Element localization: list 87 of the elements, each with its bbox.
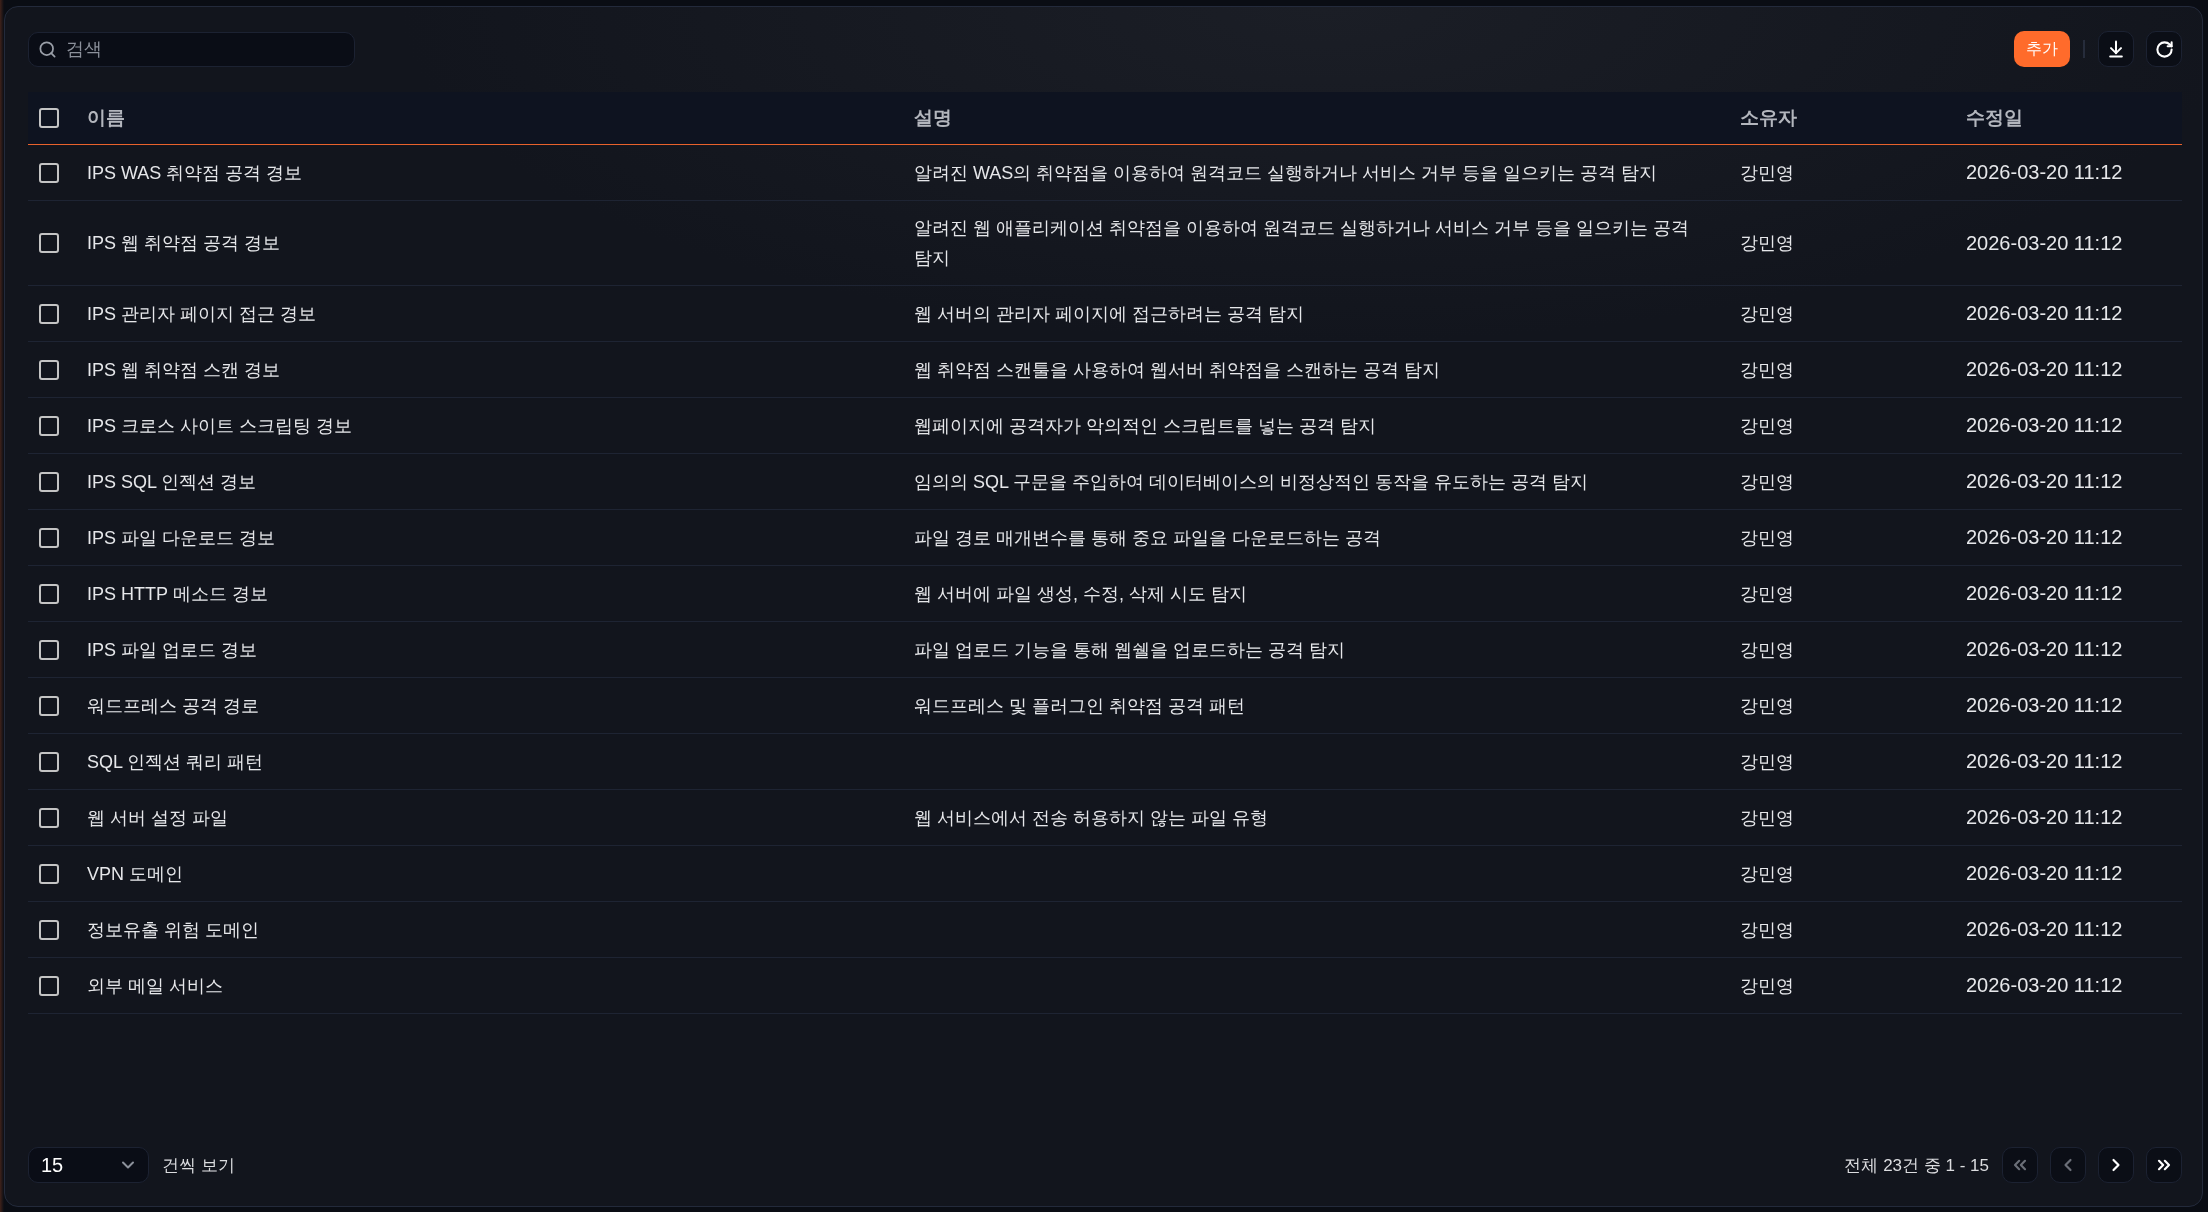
owner-cell: 강민영 [1740,471,1794,492]
name-cell: 정보유출 위험 도메인 [87,919,259,940]
row-checkbox[interactable] [39,471,59,492]
download-icon [2106,39,2126,59]
name-column-header: 이름 [87,107,125,128]
owner-cell: 강민영 [1740,695,1794,716]
description-cell: 파일 경로 매개변수를 통해 중요 파일을 다운로드하는 공격 [914,527,1381,548]
description-cell: 웹페이지에 공격자가 악의적인 스크립트를 넣는 공격 탐지 [914,415,1376,436]
description-column-header: 설명 [914,107,952,128]
owner-cell: 강민영 [1740,303,1794,324]
name-cell: IPS 크로스 사이트 스크립팅 경보 [87,415,353,436]
name-cell: IPS 웹 취약점 스캔 경보 [87,359,281,380]
name-cell: IPS HTTP 메소드 경보 [87,583,268,604]
description-cell: 웹 서비스에서 전송 허용하지 않는 파일 유형 [914,807,1268,828]
owner-cell: 강민영 [1740,751,1794,772]
name-cell: 웹 서버 설정 파일 [87,807,228,828]
name-cell: IPS 웹 취약점 공격 경보 [87,233,281,253]
row-checkbox[interactable] [39,695,59,716]
download-button[interactable] [2098,31,2134,67]
owner-cell: 강민영 [1740,975,1794,996]
date-cell: 2026-03-20 11:12 [1966,414,2123,436]
select-all-checkbox[interactable] [39,108,59,128]
row-checkbox[interactable] [39,303,59,324]
description-cell: 웹 서버에 파일 생성, 수정, 삭제 시도 탐지 [914,583,1247,604]
description-cell: 웹 취약점 스캔툴을 사용하여 웹서버 취약점을 스캔하는 공격 탐지 [914,359,1440,380]
row-checkbox[interactable] [39,583,59,604]
date-column-header: 수정일 [1966,107,2023,128]
refresh-button[interactable] [2146,31,2182,67]
page-size-label: 건씩 보기 [162,1154,235,1177]
name-cell: IPS 파일 다운로드 경보 [87,527,275,548]
owner-cell: 강민영 [1740,162,1794,183]
date-cell: 2026-03-20 11:12 [1966,750,2123,772]
next-page-button[interactable] [2098,1147,2134,1183]
owner-cell: 강민영 [1740,583,1794,604]
name-cell: IPS 파일 업로드 경보 [87,639,257,660]
name-cell: IPS SQL 인젝션 경보 [87,471,257,492]
row-checkbox[interactable] [39,162,59,183]
row-checkbox[interactable] [39,863,59,884]
date-cell: 2026-03-20 11:12 [1966,918,2123,940]
owner-cell: 강민영 [1740,415,1794,436]
owner-cell: 강민영 [1740,919,1794,940]
page-summary: 전체 23건 중 1 - 15 [1844,1154,1989,1177]
owner-column-header: 소유자 [1740,107,1797,128]
name-cell: IPS 관리자 페이지 접근 경보 [87,303,317,324]
row-checkbox[interactable] [39,233,59,253]
row-checkbox[interactable] [39,919,59,940]
date-cell: 2026-03-20 11:12 [1966,974,2123,996]
owner-cell: 강민영 [1740,233,1794,253]
name-cell: 워드프레스 공격 경로 [87,695,259,716]
name-cell: IPS WAS 취약점 공격 경보 [87,162,303,183]
description-cell: 웹 서버의 관리자 페이지에 접근하려는 공격 탐지 [914,303,1304,324]
name-cell: VPN 도메인 [87,863,183,884]
search-field[interactable]: 검색 [28,31,355,67]
date-cell: 2026-03-20 11:12 [1966,582,2123,604]
row-checkbox[interactable] [39,359,59,380]
row-checkbox[interactable] [39,639,59,660]
date-cell: 2026-03-20 11:12 [1966,161,2123,183]
page-size-select[interactable]: 15 [28,1147,149,1183]
owner-cell: 강민영 [1740,639,1794,660]
description-cell: 파일 업로드 기능을 통해 웹쉘을 업로드하는 공격 탐지 [914,639,1345,660]
last-page-button[interactable] [2146,1147,2182,1183]
row-checkbox[interactable] [39,527,59,548]
date-cell: 2026-03-20 11:12 [1966,638,2123,660]
date-cell: 2026-03-20 11:12 [1966,302,2123,324]
refresh-icon [2154,39,2174,59]
row-checkbox[interactable] [39,975,59,996]
date-cell: 2026-03-20 11:12 [1966,806,2123,828]
date-cell: 2026-03-20 11:12 [1966,231,2123,254]
date-cell: 2026-03-20 11:12 [1966,862,2123,884]
name-cell: 외부 메일 서비스 [87,975,223,996]
description-cell: 워드프레스 및 플러그인 취약점 공격 패턴 [914,695,1245,716]
description-cell: 알려진 웹 애플리케이션 취약점을 이용하여 원격코드 실행하거나 서비스 거부 등을 일으키는 공격 탐지 [914,218,1689,268]
date-cell: 2026-03-20 11:12 [1966,470,2123,492]
description-cell: 임의의 SQL 구문을 주입하여 데이터베이스의 비정상적인 동작을 유도하는 공격 탐지 [914,471,1589,492]
owner-cell: 강민영 [1740,359,1794,380]
name-cell: SQL 인젝션 쿼리 패턴 [87,751,264,772]
description-cell: 알려진 WAS의 취약점을 이용하여 원격코드 실행하거나 서비스 거부 등을 일으키는 공격 탐지 [914,162,1658,183]
owner-cell: 강민영 [1740,527,1794,548]
date-cell: 2026-03-20 11:12 [1966,358,2123,380]
owner-cell: 강민영 [1740,863,1794,884]
date-cell: 2026-03-20 11:12 [1966,694,2123,716]
row-checkbox[interactable] [39,415,59,436]
row-checkbox[interactable] [39,807,59,828]
date-cell: 2026-03-20 11:12 [1966,526,2123,548]
row-checkbox[interactable] [39,751,59,772]
owner-cell: 강민영 [1740,807,1794,828]
search-icon [38,39,57,59]
